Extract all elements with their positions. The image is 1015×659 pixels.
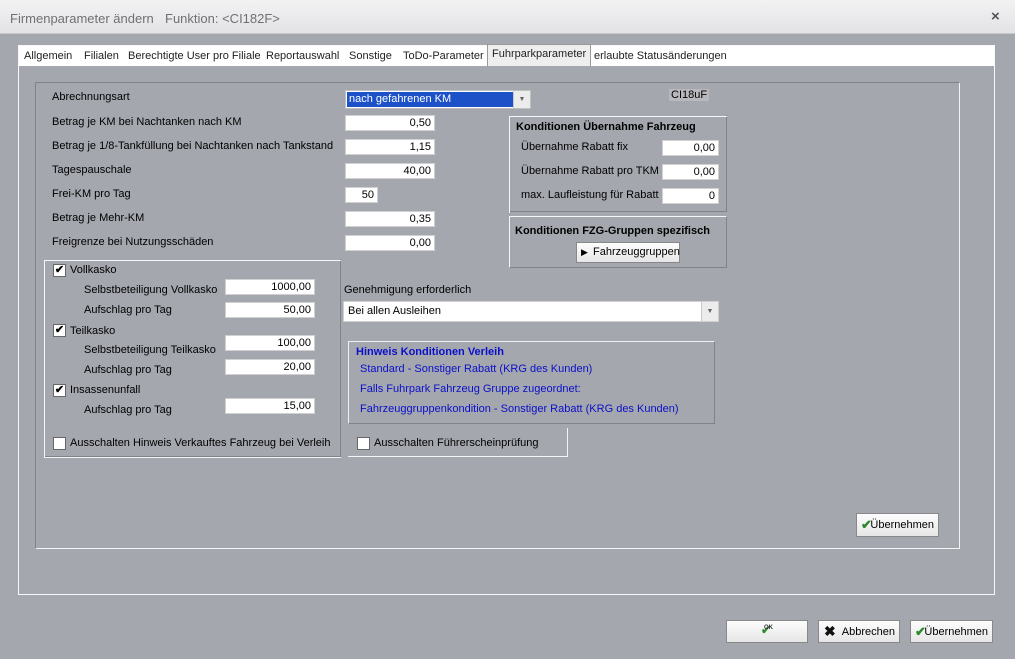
hint-line: Falls Fuhrpark Fahrzeug Gruppe zugeordne… <box>360 383 581 395</box>
function-code: Funktion: <CI182F> <box>165 11 280 26</box>
billing-select-value: nach gefahrenen KM <box>347 92 514 107</box>
hint-sold-checkbox[interactable] <box>53 437 66 450</box>
insassen-fee-label: Aufschlag pro Tag <box>84 404 172 416</box>
tab-sonstige[interactable]: Sonstige <box>349 47 392 65</box>
daily-flat-rate-field[interactable]: 40,00 <box>345 163 435 179</box>
ok-button[interactable]: ✔ OK <box>726 620 808 643</box>
vollkasko-label: Vollkasko <box>70 264 117 276</box>
approval-select-value: Bei allen Ausleihen <box>348 305 441 317</box>
param-label: Freigrenze bei Nutzungsschäden <box>52 236 214 248</box>
teilkasko-fee-field[interactable]: 20,00 <box>225 359 315 375</box>
teilkasko-checkbox[interactable]: ✔ <box>53 324 66 337</box>
window-title: Firmenparameter ändern <box>10 11 154 26</box>
apply-inner-button[interactable]: ✔ Übernehmen <box>856 513 939 537</box>
vehicle-groups-button[interactable]: ▶ Fahrzeuggruppen <box>576 242 680 263</box>
damage-exemption-field[interactable]: 0,00 <box>345 235 435 251</box>
close-icon[interactable]: × <box>991 8 1000 25</box>
insassen-checkbox[interactable]: ✔ <box>53 384 66 397</box>
vollkasko-deductible-label: Selbstbeteiligung Vollkasko <box>84 284 218 296</box>
km-refuel-amount-field[interactable]: 0,50 <box>345 115 435 131</box>
chevron-down-icon[interactable]: ▼ <box>701 302 718 321</box>
license-check-checkbox[interactable] <box>357 437 370 450</box>
billing-select[interactable]: nach gefahrenen KM ▼ <box>345 90 531 109</box>
param-label: Betrag je 1/8-Tankfüllung bei Nachtanken… <box>52 140 334 152</box>
cancel-button[interactable]: ✖ Abbrechen <box>818 620 900 643</box>
play-icon: ▶ <box>581 247 588 257</box>
check-icon: ✔ <box>915 624 926 639</box>
tab-todo-parameter[interactable]: ToDo-Parameter <box>403 47 484 65</box>
hint-sold-label: Ausschalten Hinweis Verkauftes Fahrzeug … <box>70 437 331 449</box>
teilkasko-deductible-field[interactable]: 100,00 <box>225 335 315 351</box>
free-km-field[interactable]: 50 <box>345 187 378 203</box>
param-label: Frei-KM pro Tag <box>52 188 131 200</box>
apply-button-label: Übernehmen <box>924 626 988 638</box>
takeover-row-label: Übernahme Rabatt pro TKM <box>521 165 659 177</box>
hint-line: Standard - Sonstiger Rabatt (KRG des Kun… <box>360 363 593 375</box>
tab-erlaubte-statusaenderungen[interactable]: erlaubte Statusänderungen <box>594 47 727 65</box>
vehicle-groups-title: Konditionen FZG-Gruppen spezifisch <box>515 225 710 237</box>
ok-label: OK <box>764 625 773 631</box>
takeover-row-label: max. Laufleistung für Rabatt <box>521 189 659 201</box>
apply-inner-button-label: Übernehmen <box>870 519 934 531</box>
billing-label: Abrechnungsart <box>52 91 130 103</box>
param-label: Tagespauschale <box>52 164 132 176</box>
tab-allgemein[interactable]: Allgemein <box>24 47 72 65</box>
hint-line: Fahrzeuggruppenkondition - Sonstiger Rab… <box>360 403 679 415</box>
check-icon: ✔ <box>861 517 872 532</box>
takeover-tkm-discount-field[interactable]: 0,00 <box>662 164 719 180</box>
license-check-label: Ausschalten Führerscheinprüfung <box>374 437 539 449</box>
takeover-max-mileage-field[interactable]: 0 <box>662 188 719 204</box>
takeover-title: Konditionen Übernahme Fahrzeug <box>516 121 696 133</box>
insassen-label: Insassenunfall <box>70 384 141 396</box>
insassen-fee-field[interactable]: 15,00 <box>225 398 315 414</box>
teilkasko-label: Teilkasko <box>70 325 116 337</box>
takeover-row-label: Übernahme Rabatt fix <box>521 141 628 153</box>
extra-km-amount-field[interactable]: 0,35 <box>345 211 435 227</box>
param-label: Betrag je KM bei Nachtanken nach KM <box>52 116 242 128</box>
code-label: CI18uF <box>669 89 710 101</box>
vollkasko-fee-label: Aufschlag pro Tag <box>84 304 172 316</box>
vehicle-groups-button-label: Fahrzeuggruppen <box>593 246 680 258</box>
vollkasko-checkbox[interactable]: ✔ <box>53 264 66 277</box>
approval-select[interactable]: Bei allen Ausleihen ▼ <box>343 301 719 322</box>
tab-berechtigte-user[interactable]: Berechtigte User pro Filiale <box>128 47 261 65</box>
takeover-fixed-discount-field[interactable]: 0,00 <box>662 140 719 156</box>
chevron-down-icon[interactable]: ▼ <box>513 91 530 108</box>
tab-filialen[interactable]: Filialen <box>84 47 119 65</box>
tab-fuhrparkparameter[interactable]: Fuhrparkparameter <box>487 44 592 66</box>
apply-button[interactable]: ✔ Übernehmen <box>910 620 993 643</box>
param-label: Betrag je Mehr-KM <box>52 212 145 224</box>
tab-reportauswahl[interactable]: Reportauswahl <box>266 47 339 65</box>
teilkasko-fee-label: Aufschlag pro Tag <box>84 364 172 376</box>
teilkasko-deductible-label: Selbstbeteiligung Teilkasko <box>84 344 216 356</box>
vollkasko-fee-field[interactable]: 50,00 <box>225 302 315 318</box>
hint-title: Hinweis Konditionen Verleih <box>356 346 504 358</box>
cancel-button-label: Abbrechen <box>841 626 895 638</box>
vollkasko-deductible-field[interactable]: 1000,00 <box>225 279 315 295</box>
approval-label: Genehmigung erforderlich <box>344 284 472 296</box>
tank-eighth-amount-field[interactable]: 1,15 <box>345 139 435 155</box>
close-icon: ✖ <box>824 623 836 639</box>
